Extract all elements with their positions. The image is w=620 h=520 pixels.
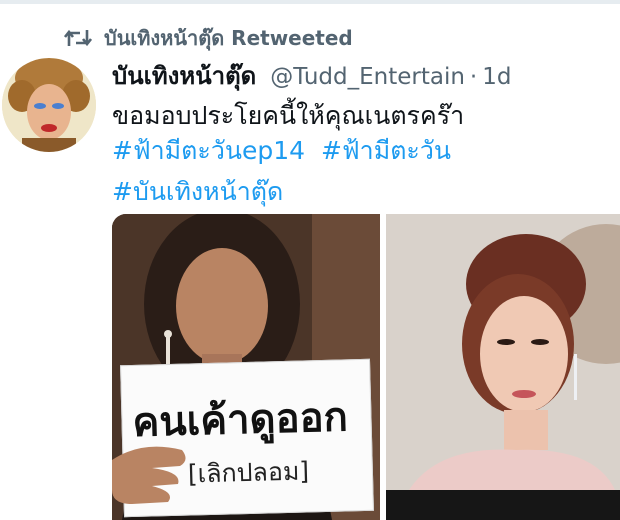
tweet-header: บันเทิงหน้าตุ๊ด @Tudd_Entertain · 1d	[112, 56, 511, 95]
media-photo-left[interactable]: คนเค้าดูออก [เลิกปลอม]	[112, 214, 380, 520]
hashtag-link[interactable]: #บันเทิงหน้าตุ๊ด	[112, 177, 283, 206]
media-photo-right[interactable]	[386, 214, 620, 520]
hand-illustration	[112, 446, 186, 504]
display-name[interactable]: บันเทิงหน้าตุ๊ด	[112, 56, 256, 95]
hashtag-link[interactable]: #ฟ้ามีตะวันep14	[112, 136, 305, 165]
retweet-context[interactable]: บันเทิงหน้าตุ๊ด Retweeted	[64, 24, 353, 52]
retweet-icon	[64, 25, 94, 51]
tweet-timestamp[interactable]: 1d	[482, 64, 511, 90]
separator-dot: ·	[469, 64, 478, 90]
hashtag-link[interactable]: #ฟ้ามีตะวัน	[321, 136, 451, 165]
retweeted-by-text[interactable]: บันเทิงหน้าตุ๊ด Retweeted	[104, 22, 353, 54]
user-handle[interactable]: @Tudd_Entertain	[270, 64, 465, 90]
hashtag-list: #ฟ้ามีตะวันep14 #ฟ้ามีตะวัน #บันเทิงหน้าต…	[112, 132, 592, 214]
tweet-text: ขอมอบประโยคนี้ให้คุณเนตรคร๊า	[112, 101, 465, 130]
avatar[interactable]	[2, 58, 96, 152]
sign-subtext: [เลิกปลอม]	[187, 456, 310, 489]
top-divider	[0, 0, 620, 4]
tweet-media: คนเค้าดูออก [เลิกปลอม]	[112, 214, 620, 520]
